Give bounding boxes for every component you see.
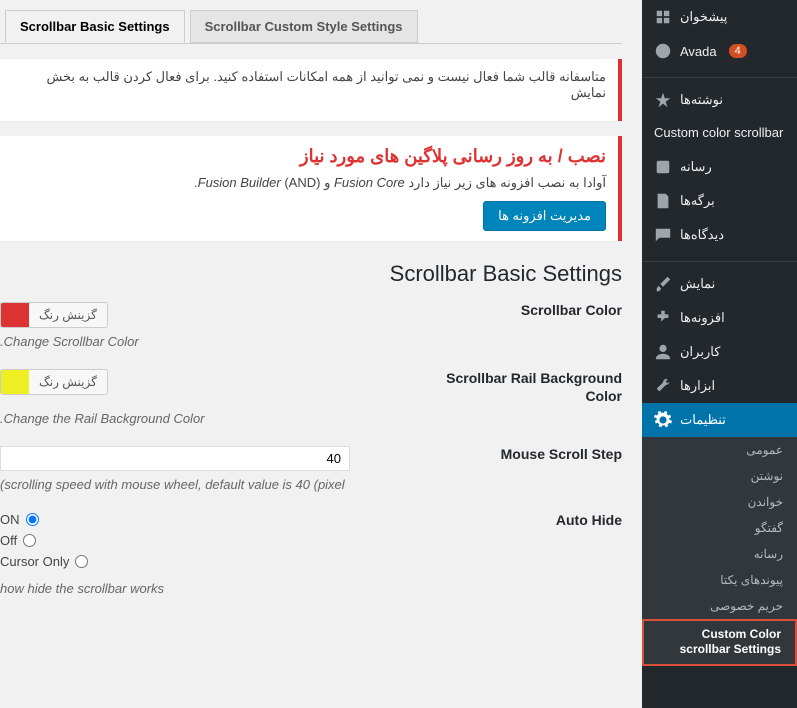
field-desc: how hide the scrollbar works: [0, 581, 622, 596]
page-icon: [654, 192, 672, 210]
color-select-button[interactable]: گزینش رنگ: [29, 304, 107, 326]
radio-on-input[interactable]: [26, 513, 39, 526]
tab-custom[interactable]: Scrollbar Custom Style Settings: [190, 10, 418, 43]
label: Scrollbar Rail Background Color: [422, 369, 622, 405]
sidebar-comments[interactable]: دیدگاه‌ها: [642, 218, 797, 252]
label: Scrollbar Color: [422, 302, 622, 318]
tab-basic[interactable]: Scrollbar Basic Settings: [5, 10, 185, 43]
radio-cursor[interactable]: Cursor Only: [0, 554, 422, 569]
label: Mouse Scroll Step: [422, 446, 622, 462]
notice-text: متاسفانه قالب شما فعال نیست و نمی توانید…: [12, 69, 606, 101]
avada-icon: [654, 42, 672, 60]
radio-off[interactable]: Off: [0, 533, 422, 548]
separator: [642, 73, 797, 78]
sidebar-dashboard[interactable]: پیشخوان: [642, 0, 797, 34]
label: Auto Hide: [422, 512, 622, 528]
em: Fusion Builder: [198, 175, 281, 190]
label: دیدگاه‌ها: [680, 227, 724, 243]
radio-cursor-input[interactable]: [75, 555, 88, 568]
settings-submenu: عمومی نوشتن خواندن گفتگو رسانه پیوندهای …: [642, 437, 797, 666]
submenu-permalinks[interactable]: پیوندهای یکتا: [642, 567, 797, 593]
label: کاربران: [680, 344, 720, 360]
color-select-button[interactable]: گزینش رنگ: [29, 371, 107, 393]
media-icon: [654, 158, 672, 176]
field-desc: .Change the Rail Background Color: [0, 411, 622, 426]
label: Avada: [680, 44, 717, 59]
field-desc: .Change Scrollbar Color: [0, 334, 622, 349]
dashboard-icon: [654, 8, 672, 26]
label: افزونه‌ها: [680, 310, 725, 326]
label: رسانه: [680, 159, 712, 175]
submenu-media[interactable]: رسانه: [642, 541, 797, 567]
admin-sidebar: پیشخوان 4 Avada نوشته‌ها Custom color sc…: [642, 0, 797, 708]
sidebar-settings[interactable]: تنظیمات: [642, 403, 797, 437]
label: ابزارها: [680, 378, 715, 394]
notice-body: آوادا به نصب افزونه های زیر نیاز دارد Fu…: [12, 175, 606, 191]
manage-plugins-button[interactable]: مدیریت افزونه ها: [483, 201, 606, 231]
submenu-privacy[interactable]: حریم خصوصی: [642, 593, 797, 619]
sidebar-plugins[interactable]: افزونه‌ها: [642, 301, 797, 335]
submenu-writing[interactable]: نوشتن: [642, 463, 797, 489]
row-rail-color: Scrollbar Rail Background Color گزینش رن…: [0, 369, 622, 405]
radio-off-input[interactable]: [23, 534, 36, 547]
sidebar-pages[interactable]: برگه‌ها: [642, 184, 797, 218]
comment-icon: [654, 226, 672, 244]
row-scrollbar-color: Scrollbar Color گزینش رنگ: [0, 302, 622, 328]
color-swatch-yellow[interactable]: [1, 370, 29, 394]
pin-icon: [654, 91, 672, 109]
row-auto-hide: Auto Hide ON Off Cursor Only: [0, 512, 622, 575]
tools-icon: [654, 377, 672, 395]
submenu-custom-scrollbar[interactable]: Custom Color scrollbar Settings: [642, 619, 797, 666]
label: نمایش: [680, 276, 715, 292]
label: پیشخوان: [680, 9, 727, 25]
notice-theme-inactive: متاسفانه قالب شما فعال نیست و نمی توانید…: [0, 59, 622, 121]
radio-label: ON: [0, 512, 20, 527]
color-picker-rail[interactable]: گزینش رنگ: [0, 369, 108, 395]
plugin-icon: [654, 309, 672, 327]
brush-icon: [654, 275, 672, 293]
notice-plugins-required: نصب / به روز رسانی پلاگین های مورد نیاز …: [0, 136, 622, 241]
t: و: [320, 175, 334, 190]
label: نوشته‌ها: [680, 92, 723, 108]
section-title: Scrollbar Basic Settings: [0, 261, 622, 287]
color-picker-scrollbar[interactable]: گزینش رنگ: [0, 302, 108, 328]
sidebar-media[interactable]: رسانه: [642, 150, 797, 184]
separator: [642, 257, 797, 262]
submenu-general[interactable]: عمومی: [642, 437, 797, 463]
color-swatch-red[interactable]: [1, 303, 29, 327]
tabs: Scrollbar Basic Settings Scrollbar Custo…: [0, 10, 622, 44]
gear-icon: [654, 411, 672, 429]
row-scroll-step: Mouse Scroll Step: [0, 446, 622, 471]
sidebar-custom-color[interactable]: Custom color scrollbar: [642, 117, 797, 150]
sidebar-avada[interactable]: 4 Avada: [642, 34, 797, 68]
main-content: Scrollbar Basic Settings Scrollbar Custo…: [0, 0, 642, 708]
scroll-step-input[interactable]: [0, 446, 350, 471]
field-desc: (scrolling speed with mouse wheel, defau…: [0, 477, 622, 492]
em: Fusion Core: [334, 175, 405, 190]
sidebar-tools[interactable]: ابزارها: [642, 369, 797, 403]
badge: 4: [729, 44, 747, 58]
notice-title: نصب / به روز رسانی پلاگین های مورد نیاز: [12, 146, 606, 167]
sidebar-appearance[interactable]: نمایش: [642, 267, 797, 301]
submenu-discussion[interactable]: گفتگو: [642, 515, 797, 541]
users-icon: [654, 343, 672, 361]
label: Custom color scrollbar: [654, 125, 783, 142]
radio-on[interactable]: ON: [0, 512, 422, 527]
sidebar-users[interactable]: کاربران: [642, 335, 797, 369]
t: آوادا به نصب افزونه های زیر نیاز دارد: [405, 175, 606, 190]
label: برگه‌ها: [680, 193, 715, 209]
submenu-reading[interactable]: خواندن: [642, 489, 797, 515]
sidebar-posts[interactable]: نوشته‌ها: [642, 83, 797, 117]
label: تنظیمات: [680, 412, 726, 428]
radio-label: Off: [0, 533, 17, 548]
radio-label: Cursor Only: [0, 554, 69, 569]
